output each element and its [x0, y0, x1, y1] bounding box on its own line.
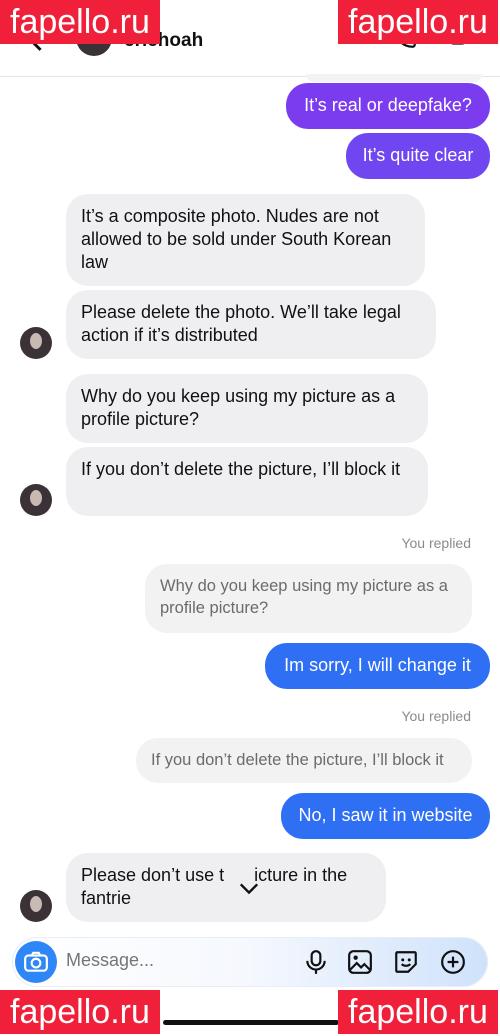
watermark: fapello.ru: [338, 990, 498, 1034]
sticker-icon[interactable]: [393, 949, 419, 975]
outgoing-message[interactable]: Im sorry, I will change it: [265, 643, 490, 689]
sender-avatar[interactable]: [20, 890, 52, 922]
home-indicator: [163, 1020, 339, 1025]
incoming-message[interactable]: Please delete the photo. We’ll take lega…: [66, 290, 436, 359]
sender-avatar[interactable]: [20, 484, 52, 516]
quoted-reply[interactable]: If you don’t delete the picture, I’ll bl…: [136, 738, 472, 783]
camera-button[interactable]: [15, 941, 57, 983]
quoted-reply[interactable]: Why do you keep using my picture as a pr…: [145, 564, 472, 633]
incoming-message[interactable]: Why do you keep using my picture as a pr…: [66, 374, 428, 443]
add-icon[interactable]: [440, 949, 466, 975]
watermark: fapello.ru: [0, 0, 160, 44]
message-composer: [12, 937, 488, 987]
gallery-icon[interactable]: [347, 949, 373, 975]
microphone-icon[interactable]: [303, 949, 329, 975]
outgoing-message[interactable]: It’s real or deepfake?: [286, 83, 490, 129]
you-replied-label: You replied: [401, 535, 471, 551]
outgoing-message[interactable]: It’s quite clear: [346, 133, 490, 179]
watermark: fapello.ru: [0, 990, 160, 1034]
partial-message-bubble: [306, 74, 482, 82]
outgoing-message[interactable]: No, I saw it in website: [281, 793, 490, 839]
message-input[interactable]: [66, 950, 286, 971]
sender-avatar[interactable]: [20, 327, 52, 359]
you-replied-label: You replied: [401, 708, 471, 724]
watermark: fapello.ru: [338, 0, 498, 44]
chevron-down-icon[interactable]: [238, 877, 260, 899]
camera-icon: [24, 951, 48, 972]
incoming-message[interactable]: Please don’t use t icture in the fantrie: [66, 853, 386, 922]
incoming-message[interactable]: It’s a composite photo. Nudes are not al…: [66, 194, 425, 286]
incoming-message[interactable]: If you don’t delete the picture, I’ll bl…: [66, 447, 428, 516]
